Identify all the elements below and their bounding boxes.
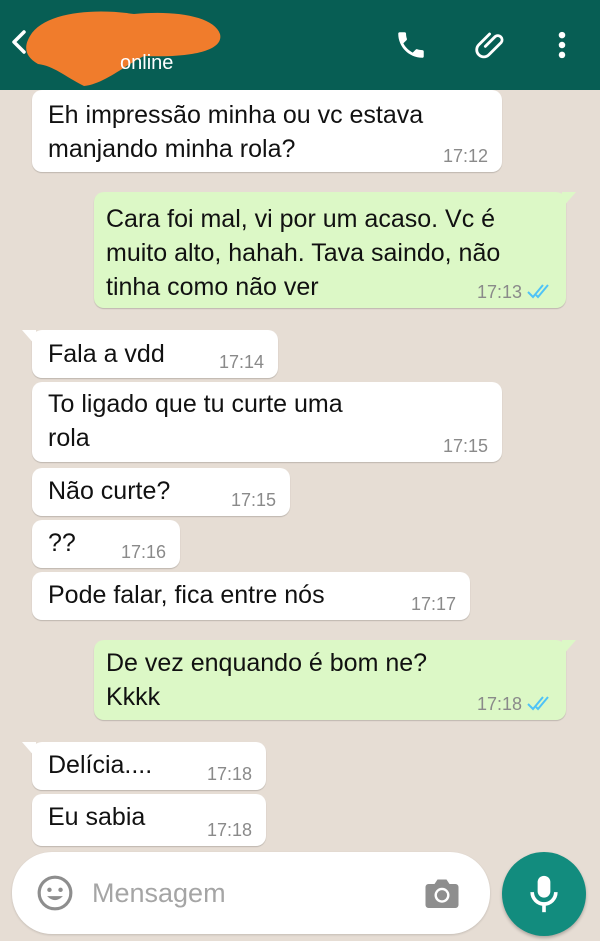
message-text: Não curte? — [48, 477, 171, 505]
message-text: To ligado que tu curte uma rola — [48, 390, 343, 452]
message-time: 17:13 — [476, 282, 522, 302]
paperclip-icon[interactable] — [474, 28, 508, 62]
message-text: Delícia.... — [48, 751, 153, 779]
message-bubble-incoming[interactable]: ?? 17:16 — [32, 520, 180, 568]
bubble-tail — [22, 330, 36, 346]
message-time: 17:15 — [442, 436, 488, 456]
message-text: Pode falar, fica entre nós — [48, 581, 325, 609]
message-composer — [12, 852, 490, 934]
message-time: 17:18 — [476, 694, 522, 714]
message-input[interactable] — [92, 868, 392, 918]
message-time: 17:17 — [410, 594, 456, 614]
message-bubble-incoming[interactable]: Eu sabia 17:18 — [32, 794, 266, 846]
message-text: Fala a vdd — [48, 340, 165, 368]
emoji-icon[interactable] — [36, 874, 74, 912]
message-list[interactable]: Eh impressão minha ou vc estava manjando… — [0, 90, 600, 850]
bubble-tail — [562, 192, 576, 208]
more-vert-icon[interactable] — [545, 28, 579, 62]
phone-icon[interactable] — [394, 28, 428, 62]
message-text: Eh impressão minha ou vc estava manjando… — [48, 101, 424, 163]
message-time: 17:16 — [120, 542, 166, 562]
message-text: De vez enquando é bom ne? Kkkk — [106, 649, 428, 711]
message-bubble-incoming[interactable]: To ligado que tu curte uma rola 17:15 — [32, 382, 502, 462]
message-bubble-incoming[interactable]: Não curte? 17:15 — [32, 468, 290, 516]
bubble-tail — [562, 640, 576, 656]
bubble-tail — [22, 742, 36, 758]
message-text: Eu sabia — [48, 803, 146, 831]
read-receipt-icon — [527, 696, 549, 711]
message-bubble-incoming[interactable]: Delícia.... 17:18 — [22, 742, 266, 790]
message-bubble-incoming[interactable]: Eh impressão minha ou vc estava manjando… — [32, 90, 502, 172]
read-receipt-icon — [527, 284, 549, 299]
message-bubble-incoming[interactable]: Fala a vdd 17:14 — [22, 330, 278, 378]
message-bubble-outgoing[interactable]: De vez enquando é bom ne? Kkkk 17:18 — [94, 640, 576, 720]
message-text: Cara foi mal, vi por um acaso. Vc é muit… — [106, 205, 501, 301]
microphone-icon — [530, 875, 558, 913]
message-time: 17:18 — [206, 764, 252, 784]
redacted-contact-name[interactable] — [24, 6, 224, 88]
message-bubble-outgoing[interactable]: Cara foi mal, vi por um acaso. Vc é muit… — [94, 192, 576, 308]
message-bubble-incoming[interactable]: Pode falar, fica entre nós 17:17 — [32, 572, 470, 620]
microphone-button[interactable] — [502, 852, 586, 936]
chat-header: online — [0, 0, 600, 90]
message-time: 17:12 — [442, 146, 488, 166]
contact-status: online — [120, 52, 174, 74]
camera-icon[interactable] — [424, 876, 460, 910]
message-time: 17:14 — [218, 352, 264, 372]
message-time: 17:15 — [230, 490, 276, 510]
message-text: ?? — [48, 529, 76, 557]
message-time: 17:18 — [206, 820, 252, 840]
